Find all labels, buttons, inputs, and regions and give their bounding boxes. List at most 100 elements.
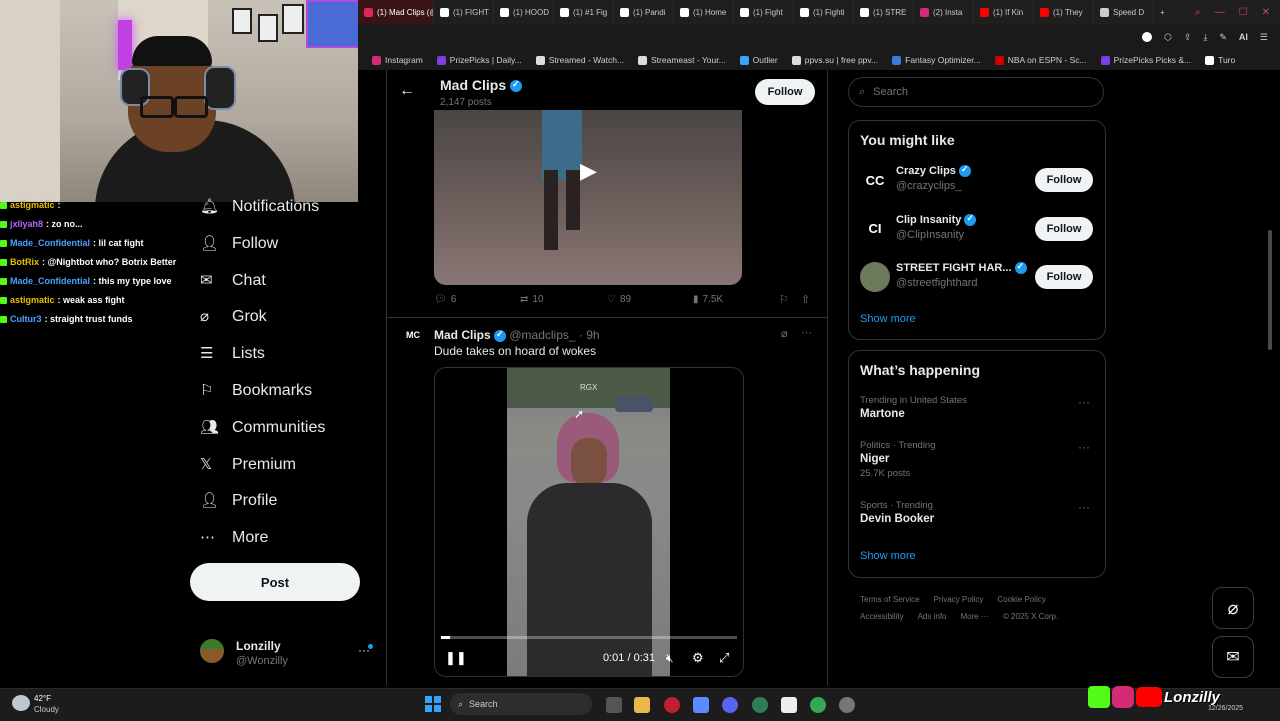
browser-tab[interactable]: (1) Pandi (614, 0, 674, 24)
suggested-follow-button[interactable]: Follow (1035, 265, 1093, 289)
app-icon-2[interactable] (839, 697, 855, 713)
back-arrow-icon[interactable]: ← (399, 82, 415, 100)
bookmark-item[interactable]: Turo (1205, 55, 1235, 65)
suggested-follow-button[interactable]: Follow (1035, 216, 1093, 241)
edit-icon[interactable]: ✎ (1219, 32, 1227, 43)
show-more-link[interactable]: Show more (860, 313, 916, 325)
suggested-avatar[interactable]: CI (860, 213, 890, 244)
suggested-account[interactable]: STREET FIGHT HAR... @streetfighthard Foll… (849, 253, 1105, 301)
trend-item[interactable]: Politics · Trending Niger 25.7K posts ··· (860, 440, 1100, 479)
footer-link[interactable]: © 2025 X Corp. (1003, 612, 1058, 621)
close-icon[interactable]: ✕ (1262, 7, 1270, 18)
file-explorer-icon[interactable] (634, 697, 650, 713)
grok-float-button[interactable]: ⌀ (1212, 587, 1254, 629)
mute-icon[interactable]: 🔇︎ (666, 651, 674, 666)
scrollbar-thumb[interactable] (1268, 230, 1272, 350)
new-tab-button[interactable]: + (1154, 0, 1171, 24)
capcut-icon[interactable] (781, 697, 797, 713)
menu-icon[interactable]: ☰ (1260, 32, 1268, 43)
browser-tab[interactable]: (1) They (1034, 0, 1094, 24)
footer-link[interactable]: More ··· (960, 612, 988, 621)
opera-icon[interactable] (664, 697, 680, 713)
extension-icon[interactable] (1141, 32, 1152, 42)
browser-tab[interactable]: (1) STRE (854, 0, 914, 24)
weather-desc[interactable]: Cloudy (34, 705, 59, 714)
bookmark-item[interactable]: PrizePicks Picks &... (1100, 55, 1191, 65)
bookmark-item[interactable]: Instagram (372, 55, 423, 65)
nav-item-bookmarks[interactable]: ⚐ Bookmarks (200, 376, 312, 406)
app-icon[interactable] (752, 697, 768, 713)
bookmark-item[interactable]: ppvs.su | free ppv... (791, 55, 878, 65)
reply-button[interactable]: 💬︎ 6 (434, 294, 456, 305)
ai-button[interactable]: AI (1239, 32, 1248, 42)
extensions-icon[interactable]: ⬡ (1164, 32, 1172, 43)
repost-button[interactable]: ⇄ 10 (520, 294, 544, 305)
footer-link[interactable]: Accessibility (860, 612, 904, 621)
bookmark-item[interactable]: Fantasy Optimizer... (892, 55, 981, 65)
suggested-avatar[interactable] (860, 262, 890, 292)
browser-tab[interactable]: (1) HOOD (494, 0, 554, 24)
maximize-icon[interactable]: ☐ (1239, 7, 1248, 18)
browser-tab[interactable]: (1) Fight (734, 0, 794, 24)
browser-tab[interactable]: (1) Home (674, 0, 734, 24)
browser-tab[interactable]: (2) Insta (914, 0, 974, 24)
footer-link[interactable]: Terms of Service (860, 595, 920, 604)
task-view-icon[interactable] (606, 697, 622, 713)
suggested-avatar[interactable]: CC (860, 165, 890, 195)
nav-item-notifications[interactable]: 🔔︎ Notifications (200, 192, 319, 222)
nav-item-premium[interactable]: 𝕏 Premium (200, 450, 296, 480)
footer-link[interactable]: Ads info (918, 612, 947, 621)
nav-item-profile[interactable]: 👤︎ Profile (200, 486, 277, 516)
browser-tab[interactable]: (1) If Kin (974, 0, 1034, 24)
post-video-2[interactable]: RGX ❚❚ 0:01 / 0:31 🔇︎ ⚙ ⤢ (434, 367, 744, 677)
browser-tab[interactable]: (1) Mad Clips (@ (358, 0, 434, 24)
suggested-account[interactable]: CC Crazy Clips @crazyclips_ Follow (849, 156, 1105, 204)
chrome-icon[interactable] (810, 697, 826, 713)
play-icon[interactable]: ▶ (580, 158, 597, 184)
video-progress-track[interactable] (441, 636, 737, 639)
taskbar-search[interactable]: ⌕ Search (450, 693, 592, 715)
settings-icon[interactable]: ⚙ (692, 650, 704, 666)
post-video-1[interactable]: ▶ (434, 110, 742, 285)
share-icon[interactable]: ⇧ (801, 293, 810, 306)
search-tabs-icon[interactable]: ⌕ (1195, 7, 1201, 18)
bookmark-item[interactable]: Outlier (739, 55, 778, 65)
discord-icon[interactable] (722, 697, 738, 713)
browser-tab[interactable]: (1) FIGHT (434, 0, 494, 24)
suggested-follow-button[interactable]: Follow (1035, 168, 1093, 192)
nav-item-more[interactable]: ⋯ More (200, 523, 268, 553)
bookmark-item[interactable]: PrizePicks | Daily... (436, 55, 522, 65)
follow-button[interactable]: Follow (755, 79, 815, 105)
post-avatar[interactable]: MC (403, 330, 423, 352)
footer-link[interactable]: Privacy Policy (934, 595, 984, 604)
browser-tab[interactable]: Speed D (1094, 0, 1154, 24)
trend-item[interactable]: Trending in United States Martone ··· (860, 395, 1100, 420)
suggested-account[interactable]: CI Clip Insanity @ClipInsanity Follow (849, 205, 1105, 253)
bookmark-item[interactable]: NBA on ESPN - Sc... (994, 55, 1087, 65)
download-icon[interactable]: ⤓ (1203, 32, 1207, 43)
grok-icon[interactable]: ⌀ (781, 327, 788, 340)
footer-link[interactable]: Cookie Policy (997, 595, 1045, 604)
browser-tab[interactable]: (1) Fighti (794, 0, 854, 24)
bookmark-item[interactable]: Streamed - Watch... (535, 55, 624, 65)
nav-item-lists[interactable]: ☰ Lists (200, 339, 265, 369)
nav-item-communities[interactable]: 👥︎ Communities (200, 413, 325, 443)
search-placeholder[interactable]: Search (873, 86, 908, 98)
search-box[interactable]: ⌕ Search (848, 77, 1104, 107)
copilot-icon[interactable] (693, 697, 709, 713)
post-menu-icon[interactable]: ··· (801, 327, 812, 339)
share-icon[interactable]: ⇪ (1184, 32, 1192, 43)
post-time[interactable]: · 9h (579, 328, 600, 342)
browser-tab[interactable]: (1) #1 Fig (554, 0, 614, 24)
fullscreen-icon[interactable]: ⤢ (719, 650, 729, 666)
post-handle[interactable]: @madclips_ (509, 328, 575, 342)
trend-menu-icon[interactable]: ··· (1078, 500, 1090, 514)
windows-start-icon[interactable] (425, 696, 441, 712)
views-button[interactable]: ▮ 7.5K (693, 294, 723, 305)
pause-icon[interactable]: ❚❚ (445, 650, 467, 666)
messages-float-button[interactable]: ✉ (1212, 636, 1254, 678)
post-author[interactable]: Mad Clips (434, 328, 491, 342)
bookmark-icon[interactable]: ⚐ (779, 293, 789, 306)
nav-item-grok[interactable]: ⌀ Grok (200, 302, 267, 332)
account-avatar[interactable] (200, 639, 224, 663)
